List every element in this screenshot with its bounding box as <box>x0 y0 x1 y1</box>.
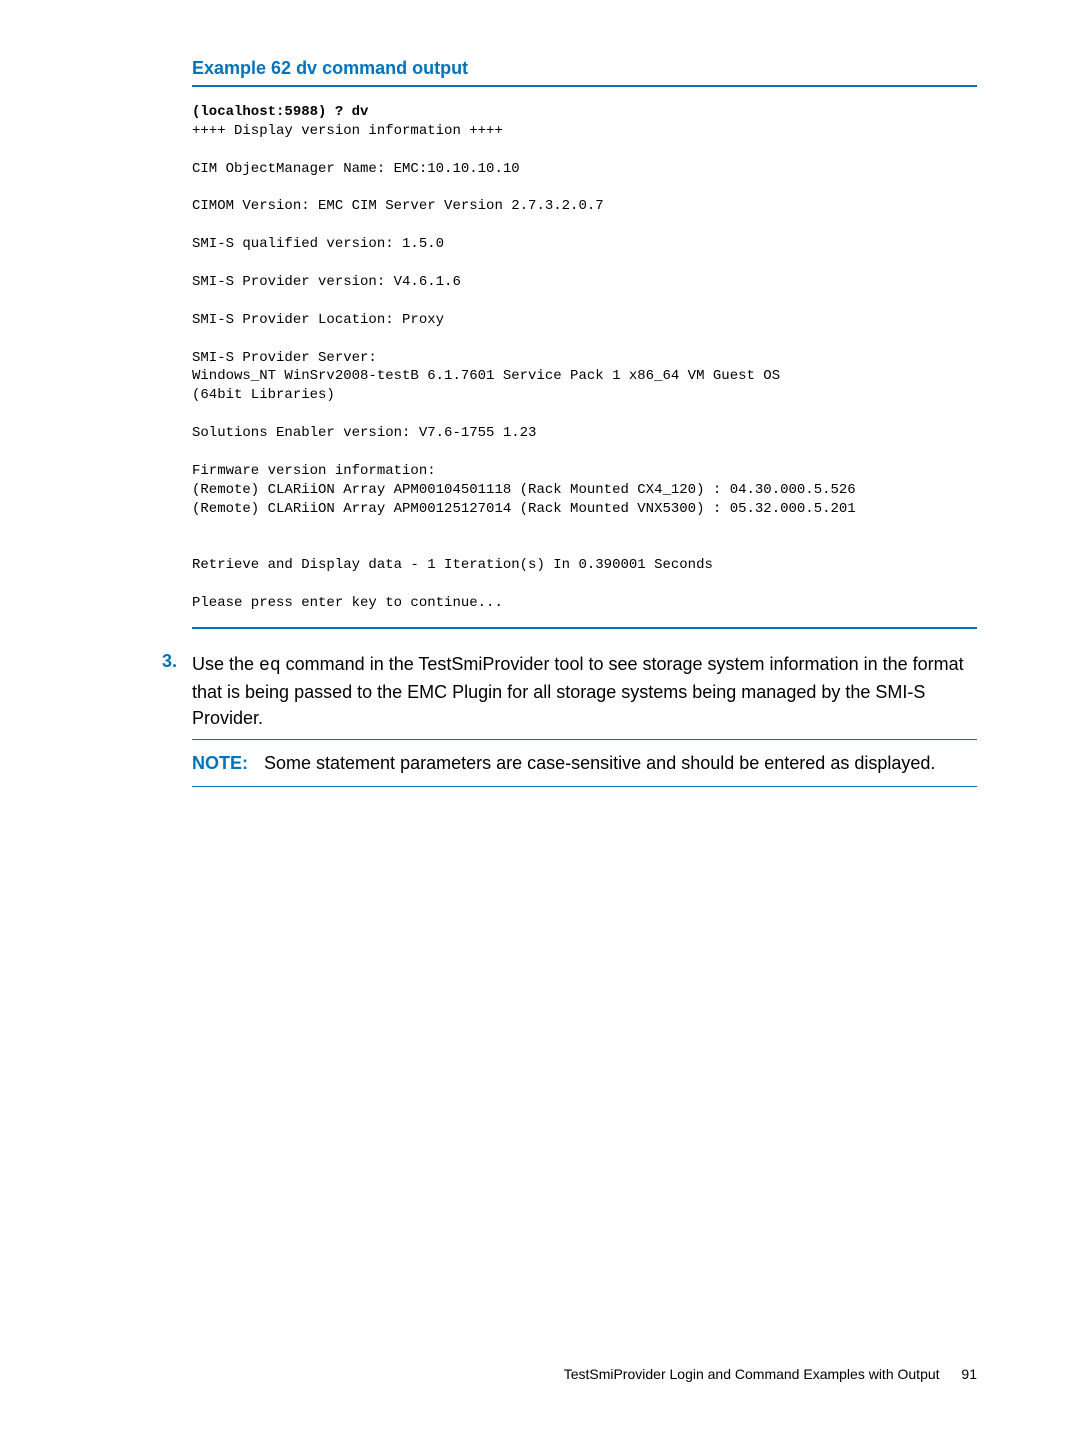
code-line: SMI-S Provider Location: Proxy <box>192 312 444 328</box>
page-content: Example 62 dv command output (localhost:… <box>0 0 1080 787</box>
code-line: SMI-S Provider Server: <box>192 350 377 366</box>
step-text-before: Use the <box>192 654 259 674</box>
code-line: (Remote) CLARiiON Array APM00125127014 (… <box>192 501 856 517</box>
page-footer: TestSmiProvider Login and Command Exampl… <box>564 1366 977 1382</box>
code-output: (localhost:5988) ? dv ++++ Display versi… <box>192 103 977 613</box>
footer-text: TestSmiProvider Login and Command Exampl… <box>564 1366 940 1382</box>
code-line: Please press enter key to continue... <box>192 595 503 611</box>
step-text: Use the eq command in the TestSmiProvide… <box>192 651 977 787</box>
note-box: NOTE: Some statement parameters are case-… <box>192 739 977 787</box>
code-line: Firmware version information: <box>192 463 436 479</box>
code-line: (64bit Libraries) <box>192 387 335 403</box>
example-divider-top <box>192 85 977 87</box>
code-line: Solutions Enabler version: V7.6-1755 1.2… <box>192 425 536 441</box>
note-text: Some statement parameters are case-sensi… <box>264 753 935 773</box>
step-inline-code: eq <box>259 656 281 676</box>
code-line: Windows_NT WinSrv2008-testB 6.1.7601 Ser… <box>192 368 780 384</box>
code-line: CIMOM Version: EMC CIM Server Version 2.… <box>192 198 604 214</box>
code-line: CIM ObjectManager Name: EMC:10.10.10.10 <box>192 161 520 177</box>
example-divider-bottom <box>192 627 977 629</box>
code-line: SMI-S Provider version: V4.6.1.6 <box>192 274 461 290</box>
note-label: NOTE: <box>192 753 248 773</box>
step-3: 3. Use the eq command in the TestSmiProv… <box>162 651 977 787</box>
step-number: 3. <box>162 651 192 787</box>
code-line: (Remote) CLARiiON Array APM00104501118 (… <box>192 482 856 498</box>
code-line: SMI-S qualified version: 1.5.0 <box>192 236 444 252</box>
code-line: Retrieve and Display data - 1 Iteration(… <box>192 557 713 573</box>
example-title: Example 62 dv command output <box>192 58 977 79</box>
step-text-after: command in the TestSmiProvider tool to s… <box>192 654 964 728</box>
code-prompt: (localhost:5988) ? dv <box>192 104 368 120</box>
footer-page-number: 91 <box>961 1366 977 1382</box>
code-line: ++++ Display version information ++++ <box>192 123 503 139</box>
